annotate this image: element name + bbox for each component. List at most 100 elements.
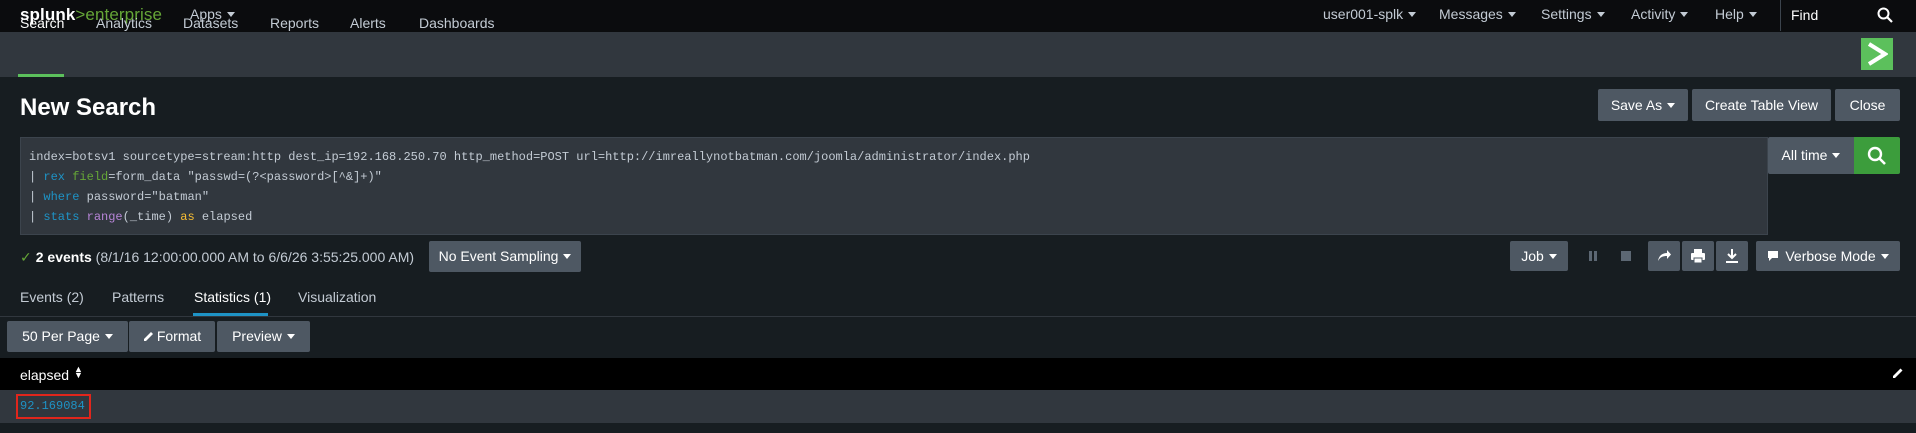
event-sampling-label: No Event Sampling: [438, 248, 559, 264]
app-logo-button[interactable]: [1861, 38, 1893, 70]
create-table-view-button[interactable]: Create Table View: [1692, 89, 1831, 121]
query-text: elapsed: [194, 210, 253, 224]
activity-menu-label: Activity: [1631, 6, 1676, 22]
search-mode-dropdown[interactable]: Verbose Mode: [1756, 241, 1900, 271]
query-line-2: | rex field=form_data "passwd=(?<passwor…: [29, 167, 1759, 187]
search-query-editor[interactable]: index=botsv1 sourcetype=stream:http dest…: [20, 137, 1768, 235]
event-sampling-dropdown[interactable]: No Event Sampling: [429, 241, 581, 272]
chevron-down-icon: [104, 334, 113, 339]
table-row: [0, 390, 1916, 423]
save-as-label: Save As: [1610, 97, 1663, 113]
comment-icon: [1768, 251, 1779, 261]
tab-visualization[interactable]: Visualization: [298, 289, 376, 305]
active-tab-indicator: [18, 74, 64, 77]
query-text: =form_data "passwd=(?<password>[^&]+)": [108, 170, 382, 184]
chevron-down-icon: [1680, 12, 1689, 17]
share-icon: [1658, 250, 1671, 261]
job-menu[interactable]: Job: [1510, 241, 1568, 271]
settings-menu[interactable]: Settings: [1541, 6, 1605, 22]
pause-icon[interactable]: [1586, 250, 1600, 262]
help-menu-label: Help: [1715, 6, 1744, 22]
chevron-down-icon: [1832, 153, 1841, 158]
checkmark-icon: ✓: [20, 249, 32, 265]
query-line-1: index=botsv1 sourcetype=stream:http dest…: [29, 150, 1030, 164]
activity-menu[interactable]: Activity: [1631, 6, 1689, 22]
job-menu-label: Job: [1521, 248, 1544, 264]
query-command: where: [43, 190, 80, 204]
share-button[interactable]: [1648, 241, 1680, 271]
per-page-dropdown[interactable]: 50 Per Page: [7, 321, 128, 352]
chevron-down-icon: [286, 334, 295, 339]
per-page-label: 50 Per Page: [22, 328, 100, 344]
page-title: New Search: [20, 94, 157, 121]
search-time-range: (8/1/16 12:00:00.000 AM to 6/6/26 3:55:2…: [95, 249, 415, 265]
divider: [0, 423, 1916, 433]
query-argument: field: [72, 170, 109, 184]
pencil-icon: [143, 332, 153, 341]
time-range-picker[interactable]: All time: [1768, 137, 1854, 174]
app-navigation-bar: [0, 32, 1916, 77]
chevron-down-icon: [1408, 12, 1417, 17]
chevron-down-icon: [1667, 103, 1676, 108]
save-as-button[interactable]: Save As: [1598, 89, 1688, 121]
print-icon: [1691, 249, 1705, 264]
app-tab-search[interactable]: Search: [20, 15, 64, 31]
query-text: password="batman": [79, 190, 210, 204]
query-command: rex: [43, 170, 66, 184]
logo-separator: >: [75, 5, 86, 24]
close-button[interactable]: Close: [1835, 89, 1900, 121]
messages-menu-label: Messages: [1439, 6, 1503, 22]
preview-dropdown[interactable]: Preview: [217, 321, 310, 352]
query-line-3: | where password="batman": [29, 187, 1759, 207]
query-function: range: [86, 210, 123, 224]
chevron-down-icon: [1596, 12, 1605, 17]
event-count: 2 events: [35, 249, 92, 265]
print-button[interactable]: [1682, 241, 1714, 271]
export-button[interactable]: [1716, 241, 1748, 271]
tab-events[interactable]: Events (2): [20, 289, 84, 305]
search-icon: [1867, 146, 1886, 165]
app-tab-datasets[interactable]: Datasets: [183, 15, 238, 31]
search-icon[interactable]: [1877, 7, 1893, 23]
chevron-down-icon: [1748, 12, 1757, 17]
chevron-down-icon: [1548, 254, 1557, 259]
preview-label: Preview: [232, 328, 282, 344]
tab-patterns[interactable]: Patterns: [112, 289, 164, 305]
chevron-down-icon: [563, 254, 572, 259]
query-command: stats: [43, 210, 80, 224]
tab-statistics[interactable]: Statistics (1): [194, 289, 271, 305]
chevron-down-icon: [1880, 254, 1889, 259]
time-range-label: All time: [1781, 147, 1828, 163]
stop-icon[interactable]: [1619, 250, 1633, 262]
query-line-4: | stats range(_time) as elapsed: [29, 207, 1759, 227]
column-header-label: elapsed: [20, 367, 70, 383]
app-tab-alerts[interactable]: Alerts: [350, 15, 386, 31]
user-menu-label: user001-splk: [1323, 6, 1404, 22]
table-cell-elapsed[interactable]: 92.169084: [16, 394, 91, 419]
chevron-down-icon: [1507, 12, 1516, 17]
help-menu[interactable]: Help: [1715, 6, 1757, 22]
settings-menu-label: Settings: [1541, 6, 1592, 22]
query-pipe: |: [29, 170, 44, 184]
divider: [0, 316, 1916, 317]
messages-menu[interactable]: Messages: [1439, 6, 1516, 22]
query-pipe: |: [29, 210, 44, 224]
find-input[interactable]: [1791, 5, 1881, 25]
user-menu[interactable]: user001-splk: [1323, 6, 1417, 22]
search-status: ✓ 2 events (8/1/16 12:00:00.000 AM to 6/6…: [20, 249, 414, 266]
pencil-icon[interactable]: [1892, 367, 1904, 379]
app-tab-reports[interactable]: Reports: [270, 15, 319, 31]
format-button[interactable]: Format: [129, 321, 215, 352]
find-box: [1780, 0, 1916, 31]
column-header-elapsed[interactable]: elapsed ▲ ▼: [20, 364, 83, 384]
query-pipe: |: [29, 190, 44, 204]
app-tab-dashboards[interactable]: Dashboards: [419, 15, 495, 31]
download-icon: [1726, 249, 1738, 263]
sort-icon: ▲ ▼: [74, 364, 83, 380]
format-label: Format: [156, 328, 202, 344]
query-as-keyword: as: [180, 210, 195, 224]
run-search-button[interactable]: [1854, 137, 1900, 174]
chevron-right-icon: [1867, 42, 1888, 66]
app-tab-analytics[interactable]: Analytics: [96, 15, 152, 31]
query-text: (_time): [122, 210, 181, 224]
